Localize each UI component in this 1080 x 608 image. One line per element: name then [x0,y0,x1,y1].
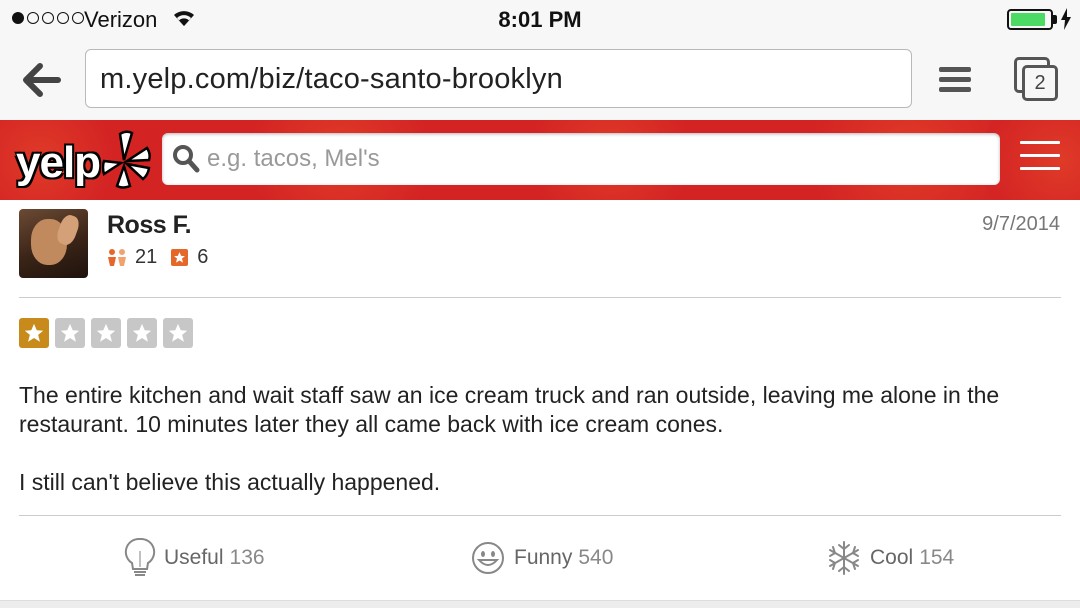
charging-bolt-icon [1061,8,1071,30]
funny-count: 540 [578,546,614,569]
yelp-menu-icon[interactable] [1020,141,1060,175]
useful-button[interactable]: Useful 136 [124,537,265,579]
cool-button[interactable]: Cool 154 [826,537,954,579]
snowflake-icon [829,541,859,575]
yelp-logo-text: yelp [16,138,101,187]
lightbulb-icon [124,537,156,576]
yelp-logo[interactable]: yelp [16,126,152,194]
useful-label: Useful [164,546,224,569]
battery-icon [1007,9,1053,30]
star-filled-icon [19,318,49,348]
smiley-icon [472,542,504,574]
funny-label: Funny [514,546,573,569]
search-box[interactable] [162,133,1000,185]
cool-count: 154 [919,546,955,569]
review-date: 9/7/2014 [982,213,1060,235]
status-time: 8:01 PM [498,7,582,32]
review-paragraph: I still can't believe this actually happ… [19,469,441,495]
review-body: The entire kitchen and wait staff saw an… [19,381,1064,526]
friends-count: 21 [135,245,158,268]
address-bar[interactable]: m.yelp.com/biz/taco-santo-brooklyn [85,49,912,108]
yelp-burst-icon [102,130,151,189]
review-card: Ross F. 21 6 9/7/2014 The entire kitchen… [0,200,1080,608]
search-icon [173,145,200,173]
tabs-button[interactable]: 2 [1014,57,1060,103]
status-bar: Verizon 8:01 PM [0,0,1080,40]
star-empty-icon [91,318,121,348]
reviews-star-icon [171,248,189,266]
star-rating [19,318,193,348]
star-empty-icon [127,318,157,348]
yelp-header: yelp [0,120,1080,200]
review-paragraph: The entire kitchen and wait staff saw an… [19,382,1000,437]
useful-count: 136 [229,546,265,569]
browser-toolbar: m.yelp.com/biz/taco-santo-brooklyn 2 [0,40,1080,120]
search-input[interactable] [207,133,987,185]
star-empty-icon [55,318,85,348]
divider [19,297,1061,298]
tab-count: 2 [1022,65,1058,101]
divider [19,515,1061,516]
reviewer-stats: 21 6 [107,245,208,269]
friends-icon [108,249,126,266]
vote-bar: Useful 136 Funny 540 Cool 154 [0,537,1080,587]
back-arrow-icon[interactable] [22,62,62,98]
browser-menu-icon[interactable] [939,67,971,95]
funny-button[interactable]: Funny 540 [470,537,613,579]
reviews-count: 6 [197,245,209,268]
cool-label: Cool [870,546,914,569]
reviewer-name[interactable]: Ross F. [107,211,192,240]
star-empty-icon [163,318,193,348]
url-text[interactable]: m.yelp.com/biz/taco-santo-brooklyn [100,63,563,96]
avatar[interactable] [19,209,88,278]
bottom-edge [0,600,1080,608]
battery-tip [1053,15,1057,24]
